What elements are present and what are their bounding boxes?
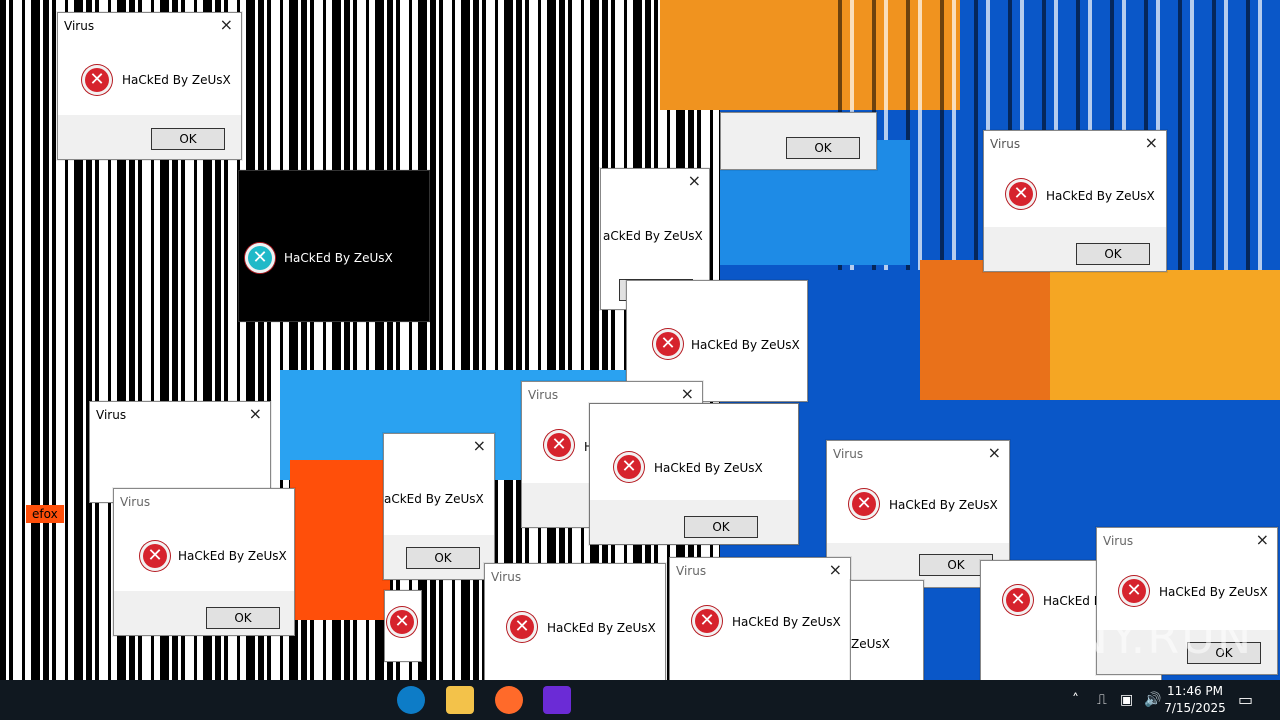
dialog-title: Virus xyxy=(64,19,95,33)
error-icon: ✕ xyxy=(82,65,112,95)
virus-dialog: ✕ xyxy=(384,590,422,662)
virus-dialog: Virus ✕ HaCkEd By ZeUsX xyxy=(484,563,666,682)
wallpaper-fragment-orange-mid xyxy=(920,260,1050,400)
error-icon: ✕ xyxy=(544,430,574,460)
close-icon[interactable]: × xyxy=(473,436,486,455)
dialog-message: HaCkEd By ZeUsX xyxy=(284,251,393,265)
taskbar: ˄ ⎍ ▣ 🔊 11:46 PM 7/15/2025 ▭ xyxy=(0,680,1280,720)
close-icon[interactable]: × xyxy=(988,443,1001,462)
virus-dialog: Virus × ✕ HaCkEd By ZeUsX OK xyxy=(983,130,1167,272)
error-icon: ✕ xyxy=(614,452,644,482)
dialog-title: Virus xyxy=(491,570,522,584)
ok-button[interactable]: OK xyxy=(151,128,225,150)
dialog-message: aCkEd By ZeUsX xyxy=(603,229,703,243)
close-icon[interactable]: × xyxy=(1256,530,1269,549)
dialog-message: HaCkEd By ZeUsX xyxy=(1046,189,1155,203)
dialog-message: HaCkEd By ZeUsX xyxy=(547,621,656,635)
close-icon[interactable]: × xyxy=(688,171,701,190)
file-explorer-icon[interactable] xyxy=(446,686,474,714)
firefox-icon[interactable] xyxy=(495,686,523,714)
dialog-message: HaCkEd By ZeUsX xyxy=(889,498,998,512)
notifications-icon[interactable]: ▭ xyxy=(1238,690,1253,709)
close-icon[interactable]: × xyxy=(220,15,233,34)
dialog-message: HaCkEd By ZeUsX xyxy=(732,615,841,629)
virus-dialog: Virus ✕ HaCkEd By ZeUsX OK xyxy=(113,488,295,636)
dialog-title: Virus xyxy=(1103,534,1134,548)
ok-button[interactable]: OK xyxy=(206,607,280,629)
virus-dialog-glitched: ✕ HaCkEd By ZeUsX xyxy=(238,170,430,322)
virus-dialog-footer-fragment: OK xyxy=(720,112,877,170)
dialog-message: HaCkEd By ZeUsX xyxy=(654,461,763,475)
visual-studio-icon[interactable] xyxy=(543,686,571,714)
clock[interactable]: 11:46 PM 7/15/2025 xyxy=(1150,683,1240,717)
anyrun-watermark: ANY.RUN xyxy=(1040,610,1254,664)
error-icon: ✕ xyxy=(1003,585,1033,615)
virus-dialog: ZeUsX xyxy=(850,580,924,682)
ok-button[interactable]: OK xyxy=(786,137,860,159)
error-icon: ✕ xyxy=(245,243,275,273)
dialog-message: aCkEd By ZeUsX xyxy=(384,492,484,506)
close-icon[interactable]: × xyxy=(829,560,842,579)
virus-dialog: ✕ HaCkEd By ZeUsX OK xyxy=(589,403,799,545)
edge-icon[interactable] xyxy=(397,686,425,714)
virus-dialog: Virus × ✕ HaCkEd By ZeUsX OK xyxy=(57,12,242,160)
wallpaper-fragment-orange-right xyxy=(1050,270,1280,400)
virus-dialog: Virus × ✕ HaCkEd By ZeUsX xyxy=(669,557,851,682)
dialog-message: HaCkEd By ZeUsX xyxy=(122,73,231,87)
error-icon: ✕ xyxy=(692,606,722,636)
clock-date: 7/15/2025 xyxy=(1164,701,1226,715)
dialog-message: HaCkEd By ZeUsX xyxy=(691,338,800,352)
ok-button[interactable]: OK xyxy=(684,516,758,538)
chevron-up-icon[interactable]: ˄ xyxy=(1072,692,1079,708)
virus-dialog: × aCkEd By ZeUsX OK xyxy=(383,433,495,580)
dialog-title: Virus xyxy=(528,388,559,402)
dialog-message: HaCkEd By ZeUsX xyxy=(1159,585,1268,599)
close-icon[interactable]: × xyxy=(681,384,694,403)
dialog-title: Virus xyxy=(990,137,1021,151)
close-icon[interactable]: × xyxy=(1145,133,1158,152)
close-icon[interactable]: × xyxy=(249,404,262,423)
error-icon: ✕ xyxy=(507,612,537,642)
error-icon: ✕ xyxy=(653,329,683,359)
clock-time: 11:46 PM xyxy=(1167,684,1223,698)
usb-icon[interactable]: ⎍ xyxy=(1097,692,1107,708)
dialog-message: HaCkEd By ZeUsX xyxy=(178,549,287,563)
ok-button[interactable]: OK xyxy=(1076,243,1150,265)
error-icon: ✕ xyxy=(387,607,417,637)
firefox-label-fragment: efox xyxy=(26,505,64,523)
dialog-title: Virus xyxy=(96,408,127,422)
dialog-title: Virus xyxy=(676,564,707,578)
wallpaper-fragment-orange-left xyxy=(290,460,390,620)
error-icon: ✕ xyxy=(849,489,879,519)
dialog-message-fragment: ZeUsX xyxy=(851,637,890,651)
desktop: Virus × ✕ HaCkEd By ZeUsX OK ✕ HaCkEd By… xyxy=(0,0,1280,720)
dialog-title: Virus xyxy=(833,447,864,461)
ok-button[interactable]: OK xyxy=(406,547,480,569)
dialog-title: Virus xyxy=(120,495,151,509)
network-icon[interactable]: ▣ xyxy=(1120,692,1133,708)
error-icon: ✕ xyxy=(1006,179,1036,209)
error-icon: ✕ xyxy=(140,541,170,571)
error-icon: ✕ xyxy=(1119,576,1149,606)
